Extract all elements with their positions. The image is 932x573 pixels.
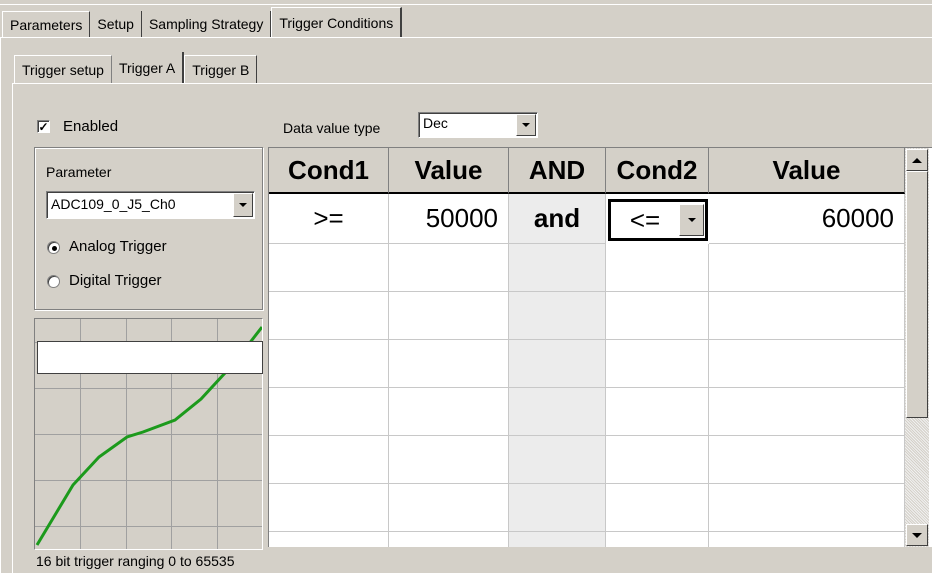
- cell-and[interactable]: and: [509, 194, 606, 244]
- radio-dot: [52, 246, 57, 251]
- tab-setup[interactable]: Setup: [90, 11, 142, 37]
- tab-trigger-conditions[interactable]: Trigger Conditions: [271, 7, 403, 37]
- cell-value1[interactable]: 50000: [389, 194, 509, 244]
- scroll-thumb[interactable]: [906, 171, 928, 418]
- tab-label: Trigger setup: [22, 61, 104, 78]
- tab-label: Sampling Strategy: [148, 16, 264, 32]
- scroll-down-arrow-icon[interactable]: [906, 524, 928, 546]
- analog-trigger-label: Analog Trigger: [69, 238, 167, 255]
- tab-label: Trigger A: [118, 59, 176, 76]
- header-value2[interactable]: Value: [709, 148, 905, 194]
- cell-value2[interactable]: 60000: [709, 194, 905, 244]
- cell-cond1[interactable]: >=: [269, 194, 389, 244]
- trigger-level-box: [37, 341, 263, 374]
- vertical-scrollbar[interactable]: [905, 148, 929, 547]
- tab-trigger-setup[interactable]: Trigger setup: [14, 55, 112, 83]
- cond2-value: <=: [629, 204, 661, 235]
- header-cond1[interactable]: Cond1: [269, 148, 389, 194]
- checkmark-icon: ✓: [38, 120, 49, 134]
- dropdown-arrow-icon[interactable]: [233, 193, 253, 217]
- parameter-value: ADC109_0_J5_Ch0: [51, 196, 176, 212]
- parameter-label: Parameter: [46, 164, 112, 180]
- tab-label: Setup: [97, 16, 134, 32]
- data-value-type-label: Data value type: [283, 120, 381, 136]
- sub-tab-bar: Trigger setup Trigger A Trigger B: [14, 52, 258, 83]
- dropdown-arrow-icon[interactable]: [679, 204, 704, 236]
- tab-parameters[interactable]: Parameters: [2, 11, 91, 37]
- tab-label: Trigger Conditions: [279, 14, 394, 31]
- analog-trigger-radio[interactable]: [47, 241, 60, 254]
- tab-trigger-b[interactable]: Trigger B: [184, 55, 258, 83]
- enabled-checkbox[interactable]: ✓: [37, 120, 50, 133]
- scroll-up-arrow-icon[interactable]: [906, 149, 928, 171]
- header-and[interactable]: AND: [509, 148, 606, 194]
- data-value-type-select[interactable]: Dec: [418, 112, 538, 138]
- digital-trigger-label: Digital Trigger: [69, 272, 162, 289]
- header-cond2[interactable]: Cond2: [606, 148, 709, 194]
- enabled-label: Enabled: [63, 118, 119, 135]
- data-value-type-value: Dec: [423, 115, 448, 131]
- status-text: 16 bit trigger ranging 0 to 65535: [36, 553, 235, 569]
- parameter-select[interactable]: ADC109_0_J5_Ch0: [46, 191, 255, 219]
- tab-label: Parameters: [10, 16, 83, 33]
- tab-label: Trigger B: [192, 61, 250, 78]
- cell-cond2-editor[interactable]: <=: [608, 199, 708, 241]
- header-value1[interactable]: Value: [389, 148, 509, 194]
- digital-trigger-radio[interactable]: [47, 275, 60, 288]
- tab-sampling-strategy[interactable]: Sampling Strategy: [142, 11, 272, 37]
- grid-empty-rows: [269, 244, 905, 547]
- conditions-grid: Cond1 Value AND Cond2 Value >= 50000 and…: [268, 147, 932, 547]
- dropdown-arrow-icon[interactable]: [516, 114, 536, 136]
- tab-trigger-a[interactable]: Trigger A: [111, 52, 185, 83]
- top-tab-bar: Parameters Setup Sampling Strategy Trigg…: [2, 5, 403, 37]
- trigger-preview-chart: [34, 318, 263, 550]
